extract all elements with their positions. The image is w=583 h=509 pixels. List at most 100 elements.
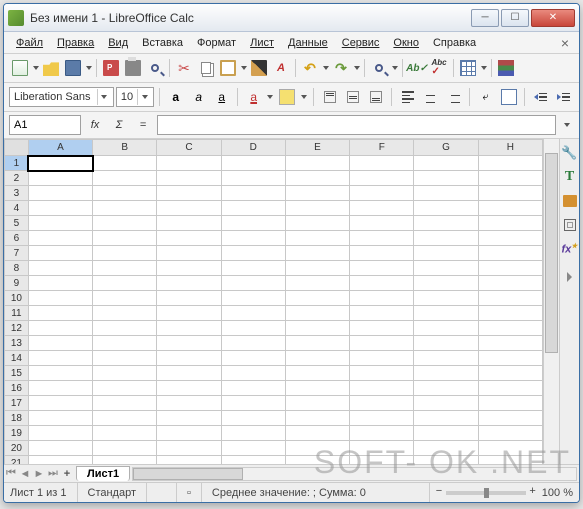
cell-D1[interactable] [221,156,285,171]
cell-A3[interactable] [28,186,92,201]
cell-H10[interactable] [478,291,542,306]
zoom-value[interactable]: 100 % [542,487,573,499]
cell-E14[interactable] [285,351,349,366]
cell-D14[interactable] [221,351,285,366]
cell-H4[interactable] [478,201,542,216]
indent-decrease-button[interactable] [530,86,551,108]
cell-E11[interactable] [285,306,349,321]
cell-E8[interactable] [285,261,349,276]
align-right-button[interactable] [443,86,464,108]
align-center-button[interactable] [420,86,441,108]
cell-A1[interactable] [28,156,92,171]
column-header-B[interactable]: B [93,140,157,156]
print-button[interactable] [122,57,144,79]
cell-G6[interactable] [414,231,478,246]
column-header-C[interactable]: C [157,140,221,156]
cell-D12[interactable] [221,321,285,336]
row-header-3[interactable]: 3 [5,186,29,201]
cell-A9[interactable] [28,276,92,291]
cell-G4[interactable] [414,201,478,216]
cell-F21[interactable] [350,456,414,465]
row-header-1[interactable]: 1 [5,156,29,171]
cell-H12[interactable] [478,321,542,336]
cell-D17[interactable] [221,396,285,411]
font-name-combo[interactable]: Liberation Sans [9,87,114,107]
cell-F9[interactable] [350,276,414,291]
highlight-button[interactable] [277,86,298,108]
cell-E6[interactable] [285,231,349,246]
cell-D3[interactable] [221,186,285,201]
cell-C19[interactable] [157,426,221,441]
cell-D21[interactable] [221,456,285,465]
cell-E1[interactable] [285,156,349,171]
cell-A21[interactable] [28,456,92,465]
cell-H11[interactable] [478,306,542,321]
cell-A11[interactable] [28,306,92,321]
format-paintbrush-button[interactable] [248,57,270,79]
row-header-8[interactable]: 8 [5,261,29,276]
cell-G16[interactable] [414,381,478,396]
cell-H13[interactable] [478,336,542,351]
row-header-17[interactable]: 17 [5,396,29,411]
cell-C15[interactable] [157,366,221,381]
cell-H3[interactable] [478,186,542,201]
cell-C13[interactable] [157,336,221,351]
sidebar-collapse-icon[interactable] [562,265,578,281]
cell-D6[interactable] [221,231,285,246]
auto-spellcheck-button[interactable] [428,57,450,79]
save-button[interactable] [62,57,84,79]
cell-E16[interactable] [285,381,349,396]
cell-G17[interactable] [414,396,478,411]
cell-H16[interactable] [478,381,542,396]
align-bottom-button[interactable] [365,86,386,108]
clear-formatting-button[interactable]: A [270,57,292,79]
cell-D19[interactable] [221,426,285,441]
cell-F4[interactable] [350,201,414,216]
row-header-15[interactable]: 15 [5,366,29,381]
tab-first-button[interactable]: ⏮ [4,467,18,480]
cell-B8[interactable] [93,261,157,276]
horizontal-scrollbar[interactable] [132,467,577,481]
paste-button[interactable] [217,57,239,79]
cell-F17[interactable] [350,396,414,411]
cell-B16[interactable] [93,381,157,396]
cell-C12[interactable] [157,321,221,336]
cell-B4[interactable] [93,201,157,216]
cell-C3[interactable] [157,186,221,201]
paste-dropdown[interactable] [239,66,248,70]
menu-file[interactable]: Файл [10,35,49,51]
cell-H7[interactable] [478,246,542,261]
cell-A17[interactable] [28,396,92,411]
redo-dropdown[interactable] [352,66,361,70]
cell-A15[interactable] [28,366,92,381]
find-dropdown[interactable] [390,66,399,70]
cell-F13[interactable] [350,336,414,351]
row-header-20[interactable]: 20 [5,441,29,456]
cell-A7[interactable] [28,246,92,261]
cell-C2[interactable] [157,171,221,186]
cell-H9[interactable] [478,276,542,291]
cell-C4[interactable] [157,201,221,216]
new-dropdown[interactable] [31,66,40,70]
cell-C11[interactable] [157,306,221,321]
cell-A13[interactable] [28,336,92,351]
cell-F18[interactable] [350,411,414,426]
wrap-text-button[interactable]: ⤶ [475,86,496,108]
row-header-5[interactable]: 5 [5,216,29,231]
cell-A18[interactable] [28,411,92,426]
cell-G9[interactable] [414,276,478,291]
spellcheck-button[interactable]: Ab [406,57,428,79]
cell-B19[interactable] [93,426,157,441]
cell-B15[interactable] [93,366,157,381]
cell-F11[interactable] [350,306,414,321]
cell-G3[interactable] [414,186,478,201]
cell-D4[interactable] [221,201,285,216]
cell-H5[interactable] [478,216,542,231]
find-button[interactable] [368,57,390,79]
row-header-19[interactable]: 19 [5,426,29,441]
cell-G20[interactable] [414,441,478,456]
cell-D9[interactable] [221,276,285,291]
cell-E12[interactable] [285,321,349,336]
cell-A12[interactable] [28,321,92,336]
cell-G14[interactable] [414,351,478,366]
